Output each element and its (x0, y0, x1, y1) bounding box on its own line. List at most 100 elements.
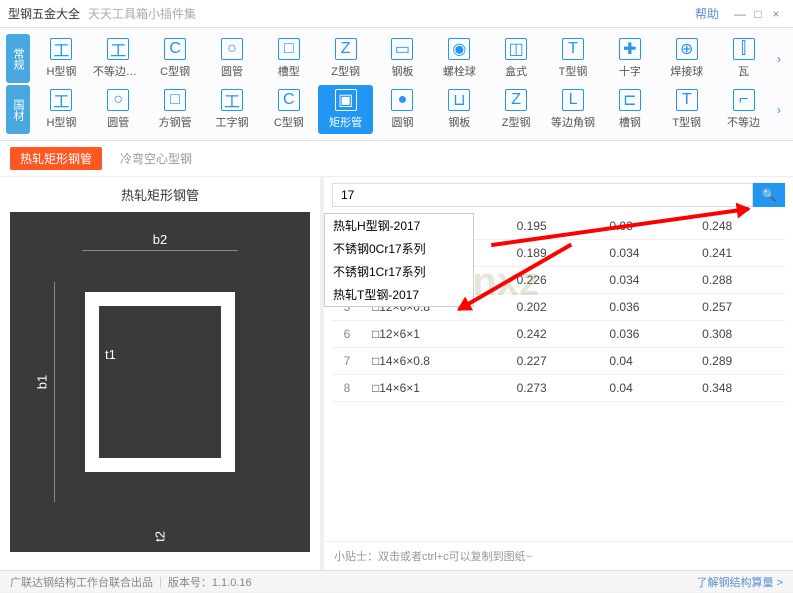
ribbon-label: 方钢管 (159, 114, 192, 130)
ribbon-label: 瓦 (738, 63, 749, 79)
titlebar: 型钢五金大全 天天工具箱小插件集 帮助 — □ × (0, 0, 793, 28)
profile-diagram: b2 b1 t1 t2 (10, 212, 310, 552)
ribbon-category-2[interactable]: 国材 (6, 85, 30, 134)
ribbon-label: 焊接球 (670, 63, 703, 79)
ribbon-icon: ▣ (335, 89, 357, 111)
ribbon-category-1[interactable]: 常规 (6, 34, 30, 83)
ribbon-more-2[interactable]: › (771, 85, 787, 134)
tab-inactive[interactable]: 冷弯空心型钢 (110, 147, 202, 170)
ribbon-item-槽钢[interactable]: ⊏槽钢 (602, 85, 657, 134)
ribbon-item-C型钢[interactable]: C C型钢 (148, 34, 203, 83)
ribbon-item-槽型[interactable]: □ 槽型 (261, 34, 316, 83)
table-row[interactable]: 6□12×6×10.2420.0360.308 (332, 321, 785, 348)
dropdown-item[interactable]: 不锈钢0Cr17系列 (325, 237, 473, 260)
ribbon-label: T型钢 (672, 114, 701, 130)
ribbon-icon: ⊏ (619, 89, 641, 111)
ribbon-label: 盒式 (505, 63, 527, 79)
ribbon-item-盒式[interactable]: ◫ 盒式 (489, 34, 544, 83)
dim-t2: t2 (153, 531, 168, 542)
ribbon-label: 圆钢 (391, 114, 413, 130)
app-title: 型钢五金大全 (8, 5, 80, 22)
ribbon-label: 圆管 (107, 114, 129, 130)
ribbon-icon: ⊔ (448, 89, 470, 111)
ribbon-icon: Z (335, 38, 357, 60)
status-version: 版本号：1.1.0.16 (168, 574, 252, 590)
close-button[interactable]: × (767, 7, 785, 21)
ribbon-icon: C (278, 89, 300, 111)
ribbon-label: Z型钢 (502, 114, 531, 130)
ribbon-label: Z型钢 (331, 63, 360, 79)
ribbon-label: 工字钢 (215, 114, 248, 130)
ribbon-icon: ◫ (505, 38, 527, 60)
ribbon-label: 等边角钢 (551, 114, 595, 130)
ribbon-item-H型钢[interactable]: 工H型钢 (34, 85, 89, 134)
ribbon-icon: T (562, 38, 584, 60)
ribbon-item-C型钢[interactable]: C C型钢 (261, 85, 316, 134)
dim-t1: t1 (105, 347, 116, 362)
ribbon-icon: ✚ (619, 38, 641, 60)
ribbon-label: 矩形管 (329, 114, 362, 130)
ribbon-item-T型钢[interactable]: TT型钢 (659, 85, 714, 134)
tip-text: 小贴士：双击或者ctrl+c可以复制到图纸~ (324, 541, 793, 570)
ribbon-item-焊接球[interactable]: ⊕焊接球 (659, 34, 714, 83)
ribbon-item-方钢管[interactable]: □方钢管 (148, 85, 203, 134)
ribbon-more-1[interactable]: › (771, 34, 787, 83)
ribbon-item-十字[interactable]: ✚十字 (602, 34, 657, 83)
ribbon-label: 钢板 (448, 114, 470, 130)
status-left: 广联达钢结构工作台联合出品 (10, 574, 153, 590)
ribbon-icon: L (562, 89, 584, 111)
search-button[interactable]: 🔍 (753, 183, 785, 207)
app-subtitle: 天天工具箱小插件集 (88, 5, 196, 22)
ribbon-item-圆管[interactable]: ○ 圆管 (205, 34, 260, 83)
tab-active[interactable]: 热轧矩形钢管 (10, 147, 102, 170)
ribbon-item-Z型钢[interactable]: Z Z型钢 (318, 34, 373, 83)
ribbon: 常规 工H型钢工不等边H型CC型钢○圆管□槽型ZZ型钢▭钢板◉螺栓球◫盒式TT型… (0, 28, 793, 141)
ribbon-icon: 工 (107, 38, 129, 60)
dropdown-item[interactable]: 热轧H型钢-2017 (325, 214, 473, 237)
ribbon-item-钢板[interactable]: ⊔ 钢板 (432, 85, 487, 134)
ribbon-item-等边角钢[interactable]: L 等边角钢 (546, 85, 601, 134)
dim-b2: b2 (153, 232, 167, 247)
ribbon-item-不等边[interactable]: ⌐不等边 (716, 85, 771, 134)
ribbon-item-圆管[interactable]: ○ 圆管 (91, 85, 146, 134)
ribbon-item-Z型钢[interactable]: ZZ型钢 (489, 85, 544, 134)
ribbon-icon: ▭ (391, 38, 413, 60)
ribbon-item-T型钢[interactable]: TT型钢 (546, 34, 601, 83)
ribbon-label: 圆管 (221, 63, 243, 79)
maximize-button[interactable]: □ (749, 7, 767, 21)
ribbon-label: 不等边 (727, 114, 760, 130)
tabs: 热轧矩形钢管 冷弯空心型钢 (0, 141, 793, 177)
ribbon-icon: 工 (221, 89, 243, 111)
ribbon-label: 钢板 (391, 63, 413, 79)
ribbon-item-瓦[interactable]: ⫿瓦 (716, 34, 771, 83)
ribbon-item-工字钢[interactable]: 工工字钢 (205, 85, 260, 134)
panel-title: 热轧矩形钢管 (0, 177, 320, 212)
ribbon-label: 槽型 (278, 63, 300, 79)
table-row[interactable]: 8□14×6×10.2730.040.348 (332, 375, 785, 402)
status-link[interactable]: 了解钢结构算量 > (697, 574, 783, 590)
ribbon-icon: ◉ (448, 38, 470, 60)
ribbon-item-H型钢[interactable]: 工H型钢 (34, 34, 89, 83)
ribbon-icon: ○ (107, 89, 129, 111)
ribbon-item-圆钢[interactable]: ●圆钢 (375, 85, 430, 134)
search-icon: 🔍 (762, 188, 777, 202)
statusbar: 广联达钢结构工作台联合出品 | 版本号：1.1.0.16 了解钢结构算量 > (0, 570, 793, 592)
ribbon-icon: ○ (221, 38, 243, 60)
ribbon-item-钢板[interactable]: ▭ 钢板 (375, 34, 430, 83)
minimize-button[interactable]: — (731, 7, 749, 21)
ribbon-item-不等边H型[interactable]: 工不等边H型 (91, 34, 146, 83)
ribbon-label: C型钢 (160, 63, 190, 79)
ribbon-label: C型钢 (274, 114, 304, 130)
right-panel: 🔍 热轧H型钢-2017不锈钢0Cr17系列不锈钢1Cr17系列热轧T型钢-20… (324, 177, 793, 570)
help-link[interactable]: 帮助 (695, 5, 719, 22)
dropdown-item[interactable]: 热轧T型钢-2017 (325, 283, 473, 306)
search-dropdown: 热轧H型钢-2017不锈钢0Cr17系列不锈钢1Cr17系列热轧T型钢-2017 (324, 213, 474, 307)
dropdown-item[interactable]: 不锈钢1Cr17系列 (325, 260, 473, 283)
ribbon-label: H型钢 (46, 114, 76, 130)
table-row[interactable]: 7□14×6×0.80.2270.040.289 (332, 348, 785, 375)
ribbon-icon: C (164, 38, 186, 60)
ribbon-item-螺栓球[interactable]: ◉螺栓球 (432, 34, 487, 83)
search-input[interactable] (332, 183, 753, 207)
ribbon-item-矩形管[interactable]: ▣ 矩形管 (318, 85, 373, 134)
ribbon-icon: □ (278, 38, 300, 60)
